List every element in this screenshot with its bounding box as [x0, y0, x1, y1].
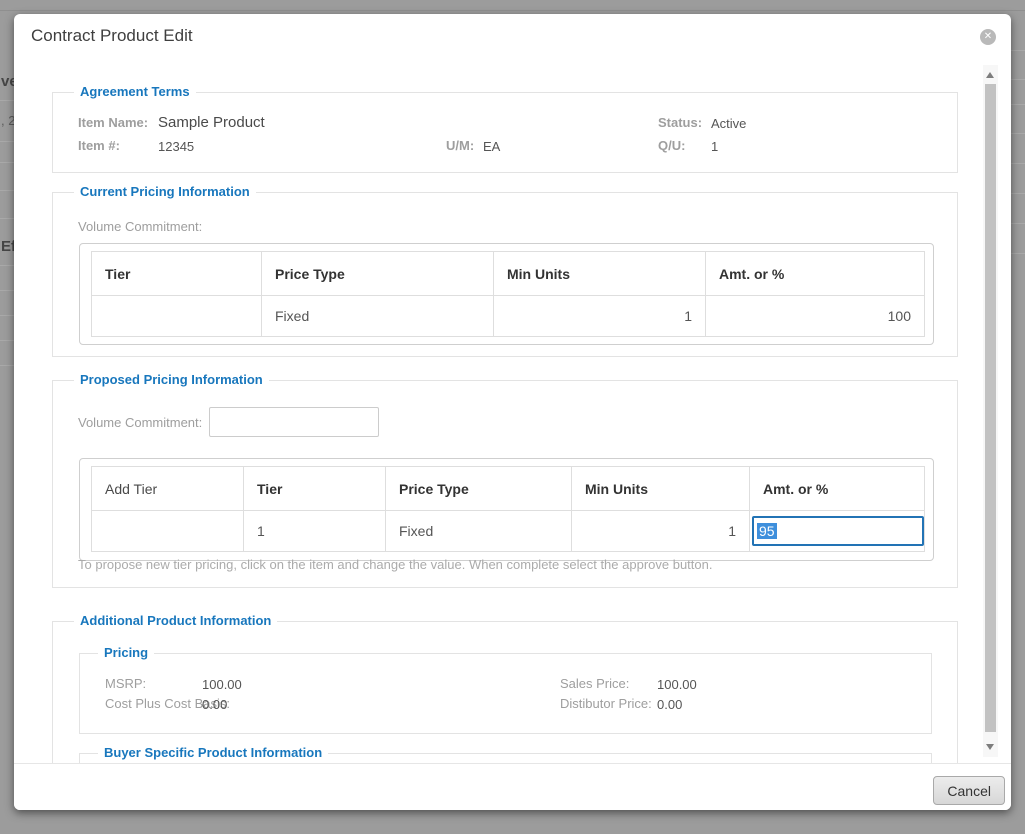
buyer-specific-info-fieldset: Buyer Specific Product Information — [79, 753, 932, 763]
qu-label: Q/U: — [658, 138, 685, 153]
sales-price-value: 100.00 — [657, 677, 697, 692]
scroll-down-icon[interactable] — [986, 744, 994, 750]
item-number-value: 12345 — [158, 139, 194, 154]
proposed-price-type-cell[interactable]: Fixed — [386, 511, 572, 552]
amt-input-selected-text: 95 — [757, 523, 777, 539]
proposed-amt-cell: 95 — [750, 511, 925, 552]
proposed-table-row: 1 Fixed 1 95 — [92, 511, 925, 552]
distributor-price-value: 0.00 — [657, 697, 682, 712]
col-header-min-units: Min Units — [572, 467, 750, 511]
status-value: Active — [711, 116, 746, 131]
proposed-volume-commitment-label: Volume Commitment: — [78, 415, 202, 430]
proposed-table-header-row: Add Tier Tier Price Type Min Units Amt. … — [92, 467, 925, 511]
dialog-scrollbar[interactable] — [983, 65, 998, 757]
proposed-pricing-helper-text: To propose new tier pricing, click on th… — [78, 557, 712, 572]
current-table-row: Fixed 1 100 — [92, 296, 925, 337]
um-label: U/M: — [446, 138, 474, 153]
scrollbar-thumb[interactable] — [985, 84, 996, 732]
col-header-amt: Amt. or % — [750, 467, 925, 511]
distributor-price-label: Distibutor Price: — [560, 696, 652, 711]
msrp-value: 100.00 — [202, 677, 242, 692]
msrp-label: MSRP: — [105, 676, 146, 691]
cancel-button[interactable]: Cancel — [933, 776, 1005, 805]
additional-product-info-fieldset: Additional Product Information Pricing M… — [52, 621, 958, 763]
col-header-price-type: Price Type — [262, 252, 494, 296]
current-amt-cell: 100 — [706, 296, 925, 337]
cost-plus-cost-basis-value: 0.00 — [202, 697, 227, 712]
proposed-pricing-legend: Proposed Pricing Information — [74, 372, 269, 387]
current-pricing-table-container: Tier Price Type Min Units Amt. or % Fixe… — [79, 243, 934, 345]
proposed-pricing-table-container: Add Tier Tier Price Type Min Units Amt. … — [79, 458, 934, 561]
proposed-pricing-fieldset: Proposed Pricing Information Volume Comm… — [52, 380, 958, 588]
current-pricing-legend: Current Pricing Information — [74, 184, 256, 199]
volume-commitment-input[interactable] — [209, 407, 379, 437]
item-name-label: Item Name: — [78, 115, 148, 130]
amt-input[interactable]: 95 — [752, 516, 924, 546]
col-header-amt: Amt. or % — [706, 252, 925, 296]
backdrop-header-line — [0, 10, 1025, 11]
agreement-terms-fieldset: Agreement Terms Item Name: Sample Produc… — [52, 92, 958, 173]
current-tier-cell — [92, 296, 262, 337]
proposed-pricing-table: Add Tier Tier Price Type Min Units Amt. … — [91, 466, 925, 552]
current-volume-commitment-label: Volume Commitment: — [78, 219, 202, 234]
current-pricing-table: Tier Price Type Min Units Amt. or % Fixe… — [91, 251, 925, 337]
sales-price-label: Sales Price: — [560, 676, 629, 691]
additional-product-info-legend: Additional Product Information — [74, 613, 277, 628]
contract-product-edit-dialog: Contract Product Edit ✕ Agreement Terms … — [14, 14, 1011, 810]
current-pricing-fieldset: Current Pricing Information Volume Commi… — [52, 192, 958, 357]
current-min-units-cell: 1 — [494, 296, 706, 337]
agreement-terms-legend: Agreement Terms — [74, 84, 196, 99]
um-value: EA — [483, 139, 500, 154]
col-header-price-type: Price Type — [386, 467, 572, 511]
dialog-footer: Cancel — [14, 763, 1011, 810]
current-table-header-row: Tier Price Type Min Units Amt. or % — [92, 252, 925, 296]
col-header-min-units: Min Units — [494, 252, 706, 296]
proposed-min-units-cell[interactable]: 1 — [572, 511, 750, 552]
item-name-value: Sample Product — [158, 114, 265, 131]
qu-value: 1 — [711, 139, 718, 154]
col-header-add-tier: Add Tier — [92, 467, 244, 511]
pricing-fieldset: Pricing MSRP: 100.00 Cost Plus Cost Basi… — [79, 653, 932, 734]
col-header-tier: Tier — [244, 467, 386, 511]
col-header-tier: Tier — [92, 252, 262, 296]
status-label: Status: — [658, 115, 702, 130]
buyer-specific-info-legend: Buyer Specific Product Information — [98, 745, 328, 760]
add-tier-cell[interactable] — [92, 511, 244, 552]
scroll-up-icon[interactable] — [986, 72, 994, 78]
dialog-body: Agreement Terms Item Name: Sample Produc… — [14, 14, 1011, 763]
item-number-label: Item #: — [78, 138, 120, 153]
current-price-type-cell: Fixed — [262, 296, 494, 337]
pricing-legend: Pricing — [98, 645, 154, 660]
proposed-tier-cell[interactable]: 1 — [244, 511, 386, 552]
